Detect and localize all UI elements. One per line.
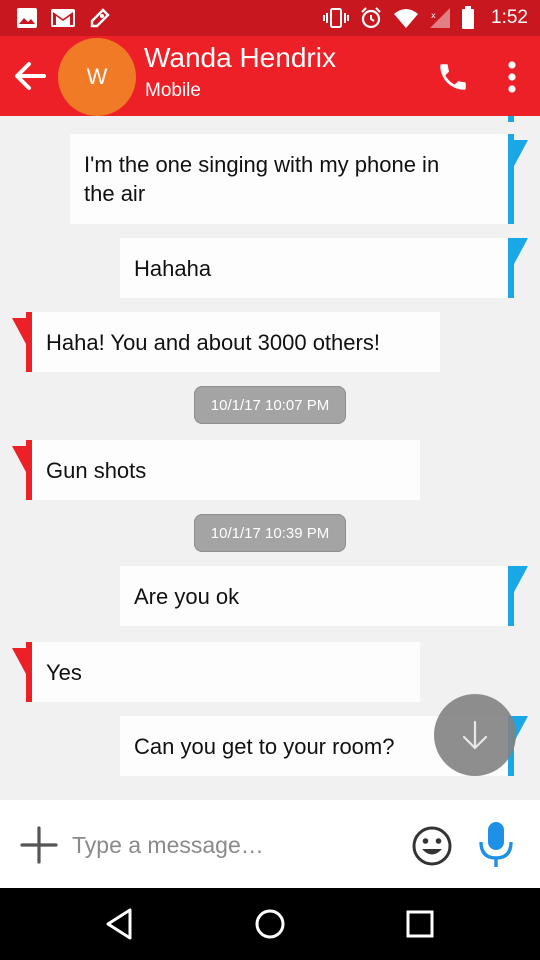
call-button[interactable] — [432, 56, 474, 98]
contact-phone-type: Mobile — [145, 80, 201, 101]
emoji-button[interactable] — [410, 824, 454, 868]
incoming-tail-icon — [12, 446, 26, 472]
photo-edit-icon — [90, 8, 110, 28]
message-text: Haha! You and about 3000 others! — [46, 329, 380, 355]
svg-text:x: x — [431, 11, 436, 20]
cell-signal-icon: x — [430, 8, 451, 28]
arrow-down-icon — [462, 720, 488, 750]
message-text: I'm the one singing with my phone in the… — [84, 150, 439, 208]
outgoing-tail-icon — [514, 716, 528, 742]
add-icon — [20, 826, 58, 864]
nav-back-button[interactable] — [100, 904, 140, 944]
message-text: Hahaha — [134, 255, 212, 281]
status-bar: x 1:52 — [0, 0, 540, 36]
back-button[interactable] — [8, 54, 52, 98]
alarm-icon — [361, 7, 381, 29]
timestamp-chip: 10/1/17 10:39 PM — [194, 514, 346, 552]
message-text-line: I'm the one singing with my phone in — [84, 152, 440, 177]
message-text: Are you ok — [134, 583, 240, 609]
scroll-to-bottom-button[interactable] — [434, 694, 516, 776]
conversation-header: W Wanda Hendrix Mobile — [0, 36, 540, 116]
message-text: Yes — [46, 659, 82, 685]
contact-name: Wanda Hendrix — [144, 42, 336, 73]
message-bubble-outgoing[interactable]: Hahaha — [120, 238, 514, 298]
nav-home-button[interactable] — [250, 904, 290, 944]
overflow-menu-button[interactable] — [494, 56, 530, 98]
message-text: Gun shots — [46, 457, 147, 483]
battery-icon — [462, 6, 475, 29]
emoji-icon — [412, 826, 452, 866]
avatar[interactable]: W — [58, 38, 136, 116]
message-bubble-outgoing[interactable]: I'm the one singing with my phone in the… — [70, 134, 514, 224]
recents-square-icon — [406, 910, 434, 938]
message-text: Can you get to your room? — [134, 733, 395, 759]
wifi-icon — [394, 9, 419, 28]
incoming-tail-icon — [12, 318, 26, 344]
back-triangle-icon — [106, 908, 132, 940]
home-circle-icon — [255, 909, 285, 939]
voice-input-button[interactable] — [474, 820, 518, 870]
gmail-icon — [51, 9, 75, 27]
outgoing-tail-icon — [514, 140, 528, 166]
message-composer — [0, 800, 540, 888]
outgoing-tail-icon — [514, 238, 528, 264]
message-text-line: the air — [84, 181, 146, 206]
mic-icon — [479, 822, 513, 867]
phone-icon — [440, 64, 466, 90]
image-icon — [17, 8, 37, 28]
vibrate-icon — [323, 8, 350, 28]
message-input[interactable] — [72, 824, 392, 866]
timestamp-chip: 10/1/17 10:07 PM — [194, 386, 346, 424]
message-bubble-outgoing[interactable]: Are you ok — [120, 566, 514, 626]
nav-recents-button[interactable] — [400, 904, 440, 944]
status-time: 1:52 — [491, 7, 528, 28]
back-arrow-icon — [15, 62, 46, 90]
system-nav-bar — [0, 888, 540, 960]
message-bubble-incoming[interactable]: Haha! You and about 3000 others! — [26, 312, 440, 372]
incoming-tail-icon — [12, 648, 26, 674]
message-bubble-incoming[interactable]: Gun shots — [26, 440, 420, 500]
outgoing-tail-icon — [514, 566, 528, 592]
previous-bubble-edge — [508, 116, 514, 122]
more-vert-icon — [508, 61, 516, 93]
attach-button[interactable] — [16, 822, 62, 868]
message-bubble-incoming[interactable]: Yes — [26, 642, 420, 702]
